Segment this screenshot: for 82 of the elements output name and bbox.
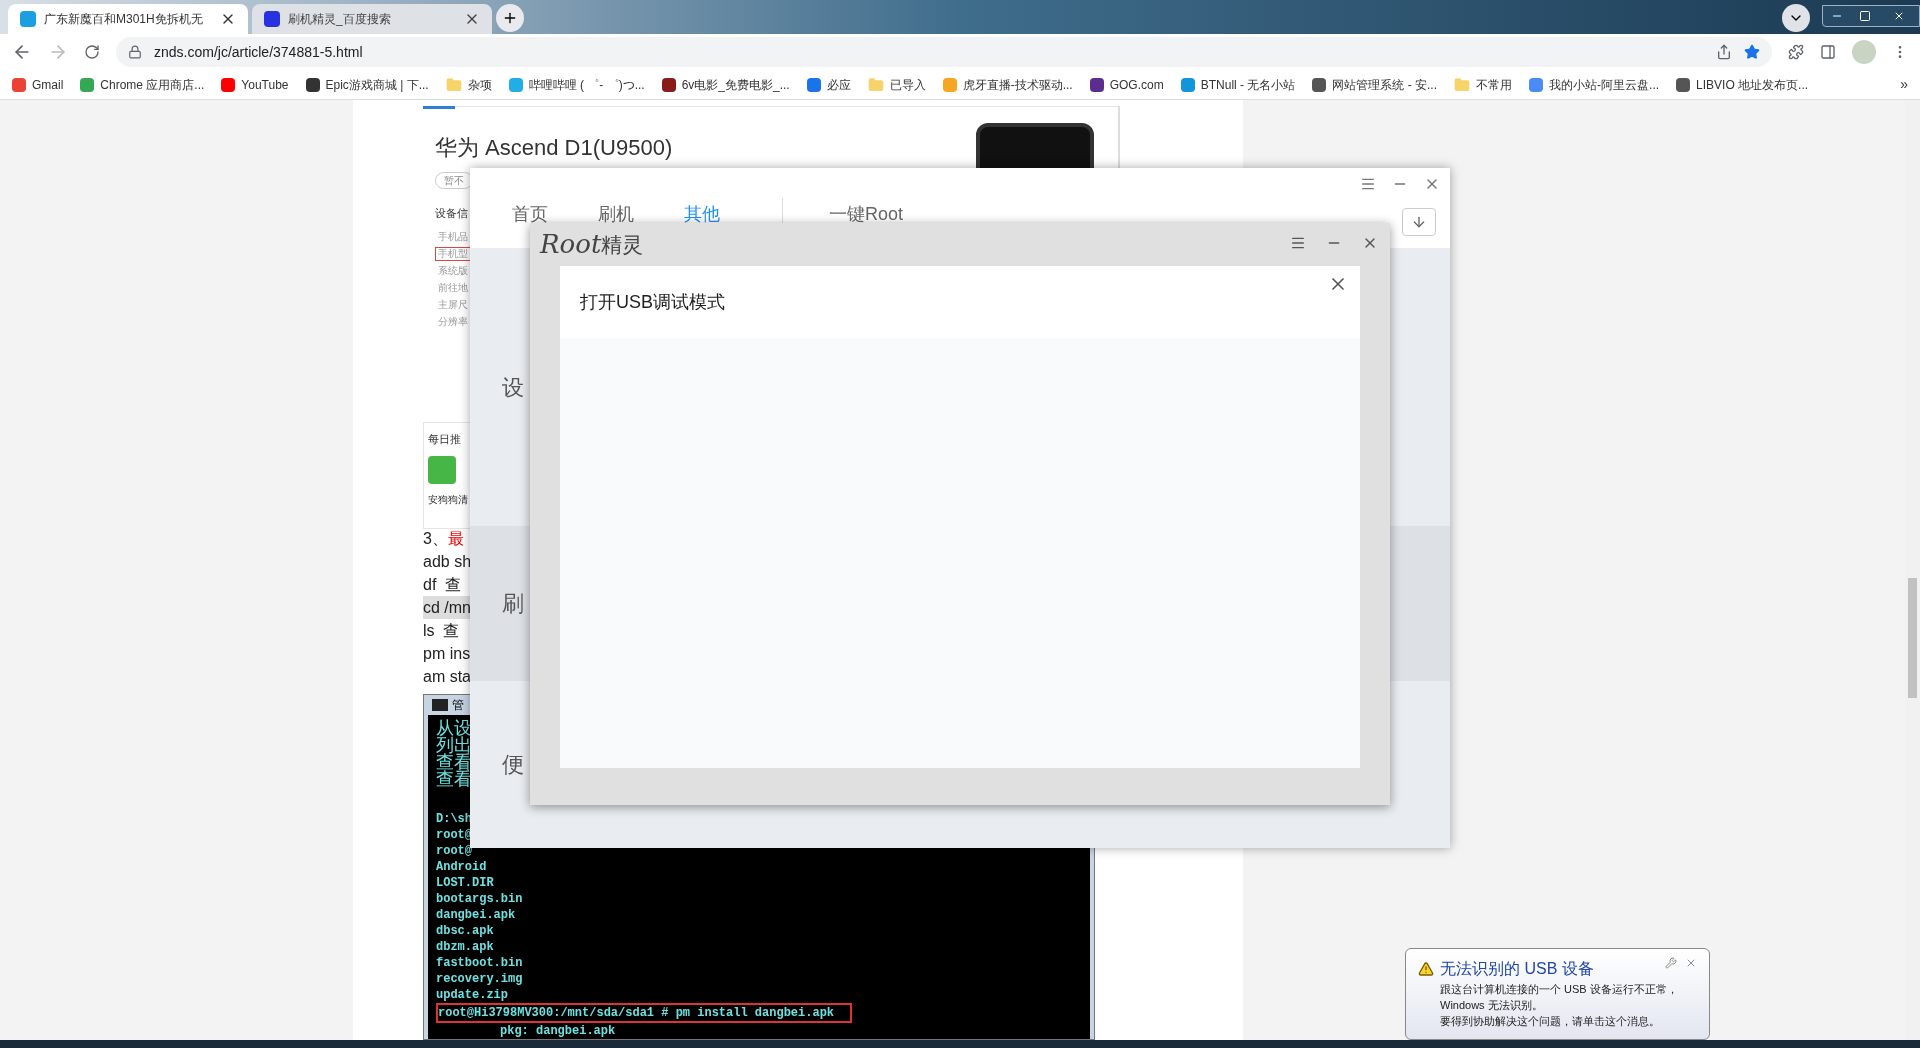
- notification-title: 无法识别的 USB 设备: [1440, 959, 1594, 979]
- spec-label: 手机品: [437, 229, 469, 244]
- bookmark-star-icon[interactable]: [1744, 44, 1760, 60]
- logo-cn-text: 精灵: [601, 231, 644, 258]
- browser-tab[interactable]: 刷机精灵_百度搜索: [252, 4, 492, 34]
- tab-favicon-icon: [264, 11, 280, 27]
- bookmark-item[interactable]: LIBVIO 地址发布页...: [1676, 75, 1809, 94]
- restore-icon: [1859, 10, 1871, 22]
- bookmark-item[interactable]: 已导入: [867, 75, 926, 94]
- menu-icon[interactable]: [1360, 176, 1376, 192]
- section-title: 便: [502, 751, 524, 779]
- terminal-line: update.zip: [436, 987, 508, 1003]
- terminal-icon: [432, 699, 448, 711]
- terminal-line: Android: [436, 859, 487, 875]
- bookmark-item[interactable]: 网站管理系统 - 安...: [1312, 75, 1438, 94]
- bookmark-item[interactable]: 杂项: [445, 75, 492, 94]
- bookmark-item[interactable]: 不常用: [1454, 75, 1513, 94]
- bookmark-item[interactable]: 6v电影_免费电影_...: [661, 75, 790, 94]
- terminal-line: dangbei.apk: [436, 907, 516, 923]
- article-line: am sta: [423, 667, 471, 687]
- address-bar[interactable]: znds.com/jc/article/374881-5.html: [116, 37, 1772, 67]
- warning-icon: [1418, 961, 1434, 977]
- bookmark-item[interactable]: Epic游戏商城 | 下...: [305, 75, 429, 94]
- bookmark-item[interactable]: 哔哩哔哩 ( ゜- ゜)つ...: [508, 75, 645, 94]
- bookmark-item[interactable]: GOG.com: [1089, 75, 1164, 94]
- terminal-line: 从设: [436, 719, 472, 736]
- notification-text: Windows 无法识别。: [1439, 998, 1544, 1013]
- bookmark-item[interactable]: 我的小站-阿里云盘...: [1529, 75, 1660, 94]
- new-tab-button[interactable]: [496, 4, 524, 32]
- bookmark-item[interactable]: 虎牙直播-技术驱动...: [942, 75, 1073, 94]
- bookmarks-overflow[interactable]: »: [1900, 74, 1908, 95]
- terminal-line: bootargs.bin: [436, 891, 523, 907]
- logo-text: Root: [540, 228, 602, 261]
- terminal-line: LOST.DIR: [436, 875, 494, 891]
- bookmark-item[interactable]: YouTube: [221, 75, 289, 94]
- notification-balloon[interactable]: 无法识别的 USB 设备 跟这台计算机连接的一个 USB 设备运行不正常， Windows 无法识别。 要得到协助解决这个问题，请单击这个消息。: [1405, 948, 1710, 1040]
- notification-text: 跟这台计算机连接的一个 USB 设备运行不正常，: [1439, 982, 1679, 997]
- article-line: pm ins: [423, 644, 471, 664]
- terminal-line: 查看: [436, 753, 472, 770]
- step-heading: 最: [447, 529, 464, 549]
- app-icon: [428, 455, 456, 484]
- close-icon: [1893, 10, 1905, 22]
- extensions-icon[interactable]: [1788, 44, 1804, 60]
- device-title: 华为 Ascend D1(U9500): [435, 134, 673, 162]
- section-title: 设: [502, 373, 524, 402]
- spec-label: 前往地: [437, 280, 469, 295]
- panel-title: 打开USB调试模式: [580, 290, 725, 314]
- step-number: 3、: [423, 529, 448, 549]
- settings-icon[interactable]: [1665, 957, 1677, 969]
- article-line: ls 查: [423, 621, 460, 641]
- reload-icon[interactable]: [84, 44, 100, 60]
- spec-label: 主屏尺: [437, 297, 469, 312]
- article-line: df 查: [423, 575, 462, 595]
- plus-icon: [502, 10, 518, 26]
- terminal-line: dbzm.apk: [436, 939, 494, 955]
- spec-label: 分辨率: [437, 314, 469, 329]
- bookmark-item[interactable]: Gmail: [12, 75, 64, 94]
- terminal-title: 管: [452, 697, 464, 714]
- terminal-line: fastboot.bin: [436, 955, 523, 971]
- bookmark-item[interactable]: Chrome 应用商店...: [80, 75, 205, 94]
- tab-favicon-icon: [20, 11, 36, 27]
- article-line: adb sh: [423, 552, 472, 572]
- terminal-line: 查看: [436, 770, 472, 787]
- app-name: 安狗狗清: [428, 492, 469, 507]
- browser-tab[interactable]: 广东新魔百和M301H免拆机无: [8, 4, 248, 34]
- terminal-line: 列出: [436, 736, 472, 753]
- terminal-line: dbsc.apk: [436, 923, 494, 939]
- lock-icon[interactable]: [128, 45, 142, 59]
- download-button[interactable]: [1402, 208, 1436, 236]
- bookmark-item[interactable]: BTNull - 无名小站: [1180, 75, 1296, 94]
- notification-text: 要得到协助解决这个问题，请单击这个消息。: [1439, 1014, 1661, 1029]
- card-heading: 设备信: [435, 206, 468, 221]
- share-icon[interactable]: [1716, 44, 1732, 60]
- side-panel-icon[interactable]: [1820, 44, 1836, 60]
- recommend-heading: 每日推: [428, 432, 462, 447]
- spec-label: 系统版: [437, 263, 469, 278]
- bookmark-item[interactable]: 必应: [806, 75, 851, 94]
- terminal-line: pkg: dangbei.apk: [499, 1023, 616, 1039]
- terminal-line: root@: [436, 843, 472, 859]
- terminal-line: recovery.img: [436, 971, 523, 987]
- tab-search-button[interactable]: [1782, 4, 1810, 32]
- menu-icon[interactable]: [1290, 235, 1306, 251]
